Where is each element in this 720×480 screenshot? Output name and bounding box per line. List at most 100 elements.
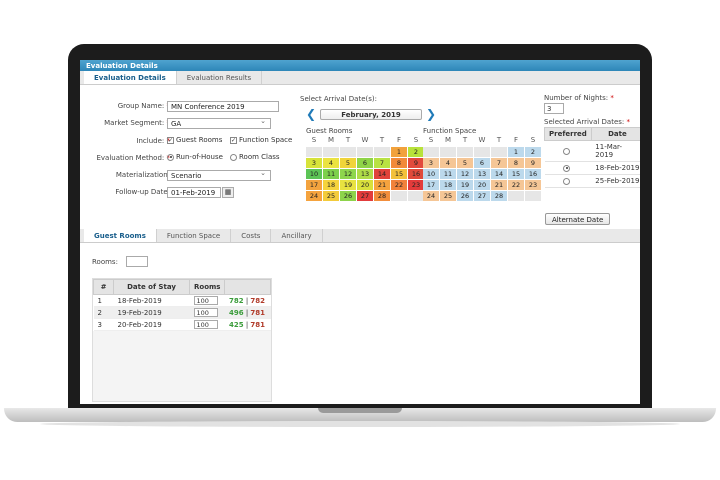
calendar-day[interactable]: 11 <box>323 169 339 179</box>
rooms-header: Rooms <box>188 279 226 295</box>
calendar-day[interactable]: 11 <box>440 169 456 179</box>
calendar-day[interactable]: 5 <box>457 158 473 168</box>
calendar-day[interactable]: 1 <box>391 147 407 157</box>
calendar-day[interactable]: 4 <box>440 158 456 168</box>
arrival-date: 18-Feb-2019 <box>591 161 640 175</box>
rooms-input[interactable] <box>126 256 148 267</box>
calendar-day[interactable]: 9 <box>525 158 541 168</box>
calendar-day[interactable]: 20 <box>474 180 490 190</box>
calendar-day[interactable]: 27 <box>357 191 373 201</box>
calendar-day[interactable]: 15 <box>508 169 524 179</box>
calendar-day[interactable]: 16 <box>525 169 541 179</box>
follow-up-date-input[interactable]: 01-Feb-2019 <box>167 187 221 198</box>
calendar-day[interactable]: 13 <box>357 169 373 179</box>
calendar-day[interactable]: 8 <box>391 158 407 168</box>
calendar-day[interactable]: 17 <box>423 180 439 190</box>
prev-month-icon[interactable]: ❮ <box>306 108 316 120</box>
arrival-date: 11-Mar-2019 <box>591 140 640 162</box>
calendar-day[interactable]: 7 <box>374 158 390 168</box>
window-title: Evaluation Details <box>80 60 640 71</box>
calendar-day[interactable]: 2 <box>525 147 541 157</box>
rooms-count-input[interactable]: 100 <box>193 296 218 305</box>
tab-guest-rooms[interactable]: Guest Rooms <box>84 229 157 242</box>
calendar-day[interactable]: 24 <box>306 191 322 201</box>
calendar-day[interactable]: 10 <box>306 169 322 179</box>
calendar-day[interactable]: 4 <box>323 158 339 168</box>
calendar-day[interactable]: 8 <box>508 158 524 168</box>
preferred-radio[interactable] <box>563 164 571 172</box>
calendar-day[interactable]: 19 <box>457 180 473 190</box>
calendar-day[interactable]: 2 <box>408 147 424 157</box>
calendar-day[interactable]: 13 <box>474 169 490 179</box>
nights-input[interactable]: 3 <box>544 103 564 114</box>
calendar-icon[interactable]: ▦ <box>222 187 234 198</box>
calendar-day[interactable]: 28 <box>491 191 507 201</box>
calendar-day[interactable]: 20 <box>357 180 373 190</box>
calendar-day[interactable]: 6 <box>357 158 373 168</box>
calendar-day[interactable]: 21 <box>491 180 507 190</box>
calendar-day[interactable]: 26 <box>340 191 356 201</box>
preferred-radio[interactable] <box>563 177 571 185</box>
calendar-day[interactable]: 14 <box>491 169 507 179</box>
calendar-day[interactable]: 17 <box>306 180 322 190</box>
calendar-day[interactable]: 22 <box>508 180 524 190</box>
calendar-day[interactable]: 28 <box>374 191 390 201</box>
calendar-day[interactable]: 19 <box>340 180 356 190</box>
calendar-day[interactable]: 9 <box>408 158 424 168</box>
calendar-day[interactable]: 12 <box>340 169 356 179</box>
checkbox-check-icon: ✓ <box>167 136 174 144</box>
room-class-radio[interactable]: Room Class <box>230 153 280 161</box>
calendar-day[interactable]: 3 <box>423 158 439 168</box>
tab-function-space[interactable]: Function Space <box>157 229 232 242</box>
preferred-radio[interactable] <box>563 147 571 155</box>
calendar-day[interactable]: 18 <box>440 180 456 190</box>
calendar-day[interactable]: 21 <box>374 180 390 190</box>
rooms-table: # Date of Stay Rooms 1 18-Feb-2019 100 7… <box>93 279 271 331</box>
calendar-day[interactable]: 14 <box>374 169 390 179</box>
calendar-day[interactable]: 5 <box>340 158 356 168</box>
calendar-day[interactable]: 18 <box>323 180 339 190</box>
calendar-day[interactable]: 27 <box>474 191 490 201</box>
tab-costs[interactable]: Costs <box>231 229 272 242</box>
calendar-day <box>374 147 390 157</box>
laptop-notch <box>318 408 402 413</box>
calendar-day <box>306 147 322 157</box>
top-tabs: Evaluation Details Evaluation Results <box>80 71 640 85</box>
calendar-day[interactable]: 23 <box>408 180 424 190</box>
calendar-day[interactable]: 25 <box>323 191 339 201</box>
rooms-count-input[interactable]: 100 <box>193 308 218 317</box>
calendar-day[interactable]: 7 <box>491 158 507 168</box>
calendar-day[interactable]: 26 <box>457 191 473 201</box>
follow-up-date-label: Follow-up Date: <box>115 188 170 196</box>
calendar-day <box>391 191 407 201</box>
calendar-day[interactable]: 23 <box>525 180 541 190</box>
rooms-count-input[interactable]: 100 <box>193 320 218 329</box>
selected-dates-table: Preferred Date 11-Mar-2019 18-Feb-2019 2… <box>544 127 640 188</box>
materialization-select[interactable]: Scenario <box>167 169 271 181</box>
calendar-day[interactable]: 16 <box>408 169 424 179</box>
radio-empty-icon <box>230 153 237 161</box>
include-guest-rooms-checkbox[interactable]: ✓ Guest Rooms <box>167 136 222 144</box>
market-segment-select[interactable]: GA <box>167 117 271 129</box>
tab-ancillary[interactable]: Ancillary <box>271 229 323 242</box>
run-of-house-radio[interactable]: Run-of-House <box>167 153 223 161</box>
group-name-input[interactable]: MN Conference 2019 <box>167 101 279 112</box>
next-month-icon[interactable]: ❯ <box>426 108 436 120</box>
day-header: T <box>496 136 502 144</box>
calendar-day[interactable]: 10 <box>423 169 439 179</box>
calendar-day[interactable]: 22 <box>391 180 407 190</box>
calendar-day[interactable]: 25 <box>440 191 456 201</box>
availability-header <box>224 279 271 295</box>
calendar-day[interactable]: 3 <box>306 158 322 168</box>
calendar-day <box>357 147 373 157</box>
alternate-date-button[interactable]: Alternate Date <box>545 213 611 225</box>
tab-evaluation-details[interactable]: Evaluation Details <box>84 71 177 84</box>
tab-evaluation-results[interactable]: Evaluation Results <box>177 71 263 84</box>
calendar-day[interactable]: 12 <box>457 169 473 179</box>
calendar-day[interactable]: 1 <box>508 147 524 157</box>
guest-rooms-calendar-title: Guest Rooms <box>306 127 353 135</box>
calendar-day[interactable]: 24 <box>423 191 439 201</box>
calendar-day[interactable]: 6 <box>474 158 490 168</box>
calendar-day[interactable]: 15 <box>391 169 407 179</box>
include-function-space-checkbox[interactable]: ✓ Function Space <box>230 136 292 144</box>
